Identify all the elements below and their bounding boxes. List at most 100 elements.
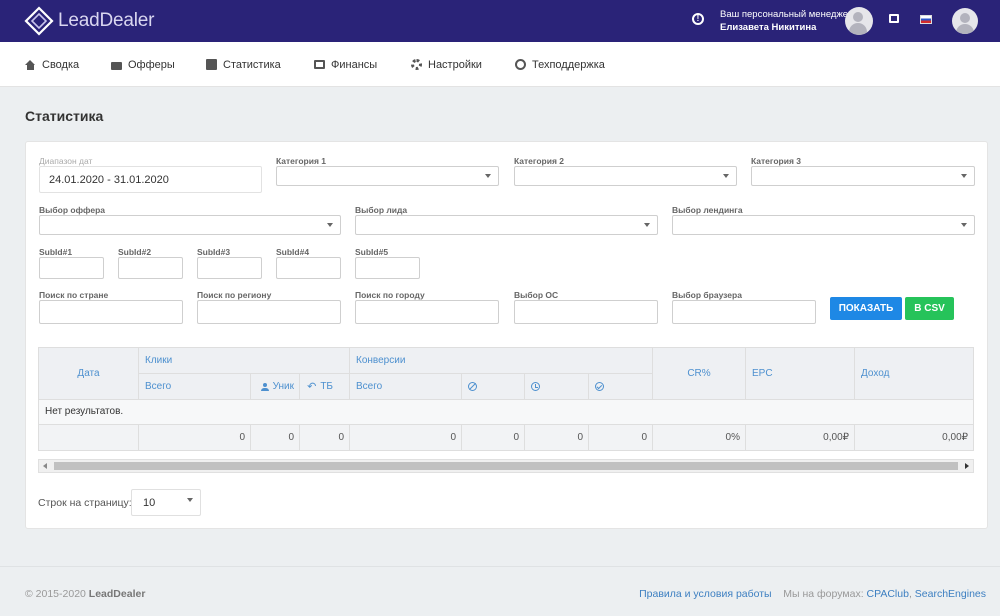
user-avatar[interactable] xyxy=(952,8,978,34)
col-conv-total-header[interactable]: Всего xyxy=(350,374,462,400)
nav-item-offers[interactable]: Офферы xyxy=(111,42,175,87)
undo-icon: ↶ xyxy=(307,381,317,393)
os-input[interactable] xyxy=(514,300,658,324)
category3-select[interactable] xyxy=(751,166,975,186)
logo-icon xyxy=(24,6,54,36)
copyright-text: © 2015-2020 xyxy=(25,588,86,600)
language-flag-icon[interactable] xyxy=(920,15,932,24)
col-clicks-unique-header[interactable]: Уник xyxy=(251,374,300,400)
city-input[interactable] xyxy=(355,300,499,324)
os-label: Выбор ОС xyxy=(514,290,559,300)
browser-label: Выбор браузера xyxy=(672,290,742,300)
date-range-input[interactable]: 24.01.2020 - 31.01.2020 xyxy=(39,166,262,193)
col-date-header[interactable]: Дата xyxy=(39,348,139,400)
scrollbar-thumb[interactable] xyxy=(54,462,958,470)
col-epc-header[interactable]: EPC xyxy=(746,348,855,400)
category2-label: Категория 2 xyxy=(514,156,564,166)
subid3-label: SubId#3 xyxy=(197,247,231,257)
home-icon xyxy=(25,59,36,70)
category2-select[interactable] xyxy=(514,166,737,186)
subid4-label: SubId#4 xyxy=(276,247,310,257)
subid5-input[interactable] xyxy=(355,257,420,279)
chart-icon xyxy=(206,59,217,70)
landing-select[interactable] xyxy=(672,215,975,235)
footer: © 2015-2020 LeadDealer Правила и условия… xyxy=(0,566,1000,616)
rows-per-page-select[interactable]: 10 xyxy=(131,489,201,516)
clicks-unique-label: Уник xyxy=(272,381,294,392)
category1-label: Категория 1 xyxy=(276,156,326,166)
clicks-group-header: Клики xyxy=(139,348,350,374)
personal-manager: Ваш персональный менеджер Елизавета Ники… xyxy=(720,9,853,35)
table-horizontal-scrollbar[interactable] xyxy=(38,459,974,473)
empty-result-row: Нет результатов. xyxy=(39,400,973,425)
date-range-label: Диапазон дат xyxy=(39,156,93,166)
manager-name: Елизавета Никитина xyxy=(720,22,817,33)
forums-label: Мы на форумах: xyxy=(783,588,864,600)
totals-cell: 0 xyxy=(589,425,653,450)
scroll-left-icon[interactable] xyxy=(43,463,47,469)
nav-item-support[interactable]: Техподдержка xyxy=(515,42,605,87)
gear-icon xyxy=(411,59,422,70)
forum-searchengines-link[interactable]: SearchEngines xyxy=(915,588,986,600)
brand-logo[interactable]: LeadDealer xyxy=(24,6,154,36)
lifebuoy-icon xyxy=(515,59,526,70)
subid5-label: SubId#5 xyxy=(355,247,389,257)
col-conv-approved-header[interactable] xyxy=(589,374,653,400)
subid4-input[interactable] xyxy=(276,257,341,279)
show-button[interactable]: ПОКАЗАТЬ xyxy=(830,297,902,320)
region-input[interactable] xyxy=(197,300,341,324)
col-clicks-tb-header[interactable]: ↶ ТБ xyxy=(300,374,350,400)
forum-separator: , xyxy=(908,588,912,600)
nav-label: Финансы xyxy=(331,58,378,71)
browser-input[interactable] xyxy=(672,300,816,324)
nav-label: Техподдержка xyxy=(532,58,605,71)
lead-select[interactable] xyxy=(355,215,658,235)
col-cr-header[interactable]: CR% xyxy=(653,348,746,400)
region-label: Поиск по региону xyxy=(197,290,272,300)
offer-select[interactable] xyxy=(39,215,341,235)
landing-label: Выбор лендинга xyxy=(672,205,743,215)
totals-cell: 0 xyxy=(251,425,300,450)
top-bar: LeadDealer ! Ваш персональный менеджер Е… xyxy=(0,0,1000,42)
subid3-input[interactable] xyxy=(197,257,262,279)
col-income-header[interactable]: Доход xyxy=(855,348,973,400)
lead-label: Выбор лида xyxy=(355,205,408,215)
col-conv-rejected-header[interactable] xyxy=(462,374,525,400)
scroll-right-icon[interactable] xyxy=(965,463,969,469)
offer-label: Выбор оффера xyxy=(39,205,105,215)
nav-item-settings[interactable]: Настройки xyxy=(411,42,482,87)
manager-label: Ваш персональный менеджер xyxy=(720,9,854,20)
rows-per-page-label: Строк на страницу: xyxy=(38,497,132,509)
forum-cpaclub-link[interactable]: CPAClub xyxy=(867,588,909,600)
category3-label: Категория 3 xyxy=(751,156,801,166)
manager-avatar[interactable] xyxy=(845,7,873,35)
col-conv-pending-header[interactable] xyxy=(525,374,589,400)
wallet-icon[interactable] xyxy=(889,14,899,23)
conversions-group-header: Конверсии xyxy=(350,348,653,374)
subid2-input[interactable] xyxy=(118,257,183,279)
totals-cell: 0,00₽ xyxy=(855,425,973,450)
country-input[interactable] xyxy=(39,300,183,324)
totals-cell: 0,00₽ xyxy=(746,425,855,450)
totals-cell: 0 xyxy=(139,425,251,450)
terms-link[interactable]: Правила и условия работы xyxy=(639,588,772,600)
folder-icon xyxy=(111,61,122,70)
totals-cell: 0 xyxy=(462,425,525,450)
nav-item-statistics[interactable]: Статистика xyxy=(206,42,281,87)
nav-item-finance[interactable]: Финансы xyxy=(314,42,377,87)
totals-cell: 0 xyxy=(350,425,462,450)
wallet-icon xyxy=(314,60,325,69)
subid1-input[interactable] xyxy=(39,257,104,279)
nav-item-summary[interactable]: Сводка xyxy=(25,42,79,87)
nav-label: Статистика xyxy=(223,58,281,71)
subid2-label: SubId#2 xyxy=(118,247,152,257)
footer-links: Правила и условия работы Мы на форумах: … xyxy=(639,588,986,600)
info-icon[interactable]: ! xyxy=(692,13,704,25)
totals-cell: 0 xyxy=(525,425,589,450)
csv-export-button[interactable]: В CSV xyxy=(905,297,954,320)
totals-cell: 0% xyxy=(653,425,746,450)
category1-select[interactable] xyxy=(276,166,499,186)
user-icon xyxy=(260,382,269,391)
col-clicks-total-header[interactable]: Всего xyxy=(139,374,251,400)
subid1-label: SubId#1 xyxy=(39,247,73,257)
